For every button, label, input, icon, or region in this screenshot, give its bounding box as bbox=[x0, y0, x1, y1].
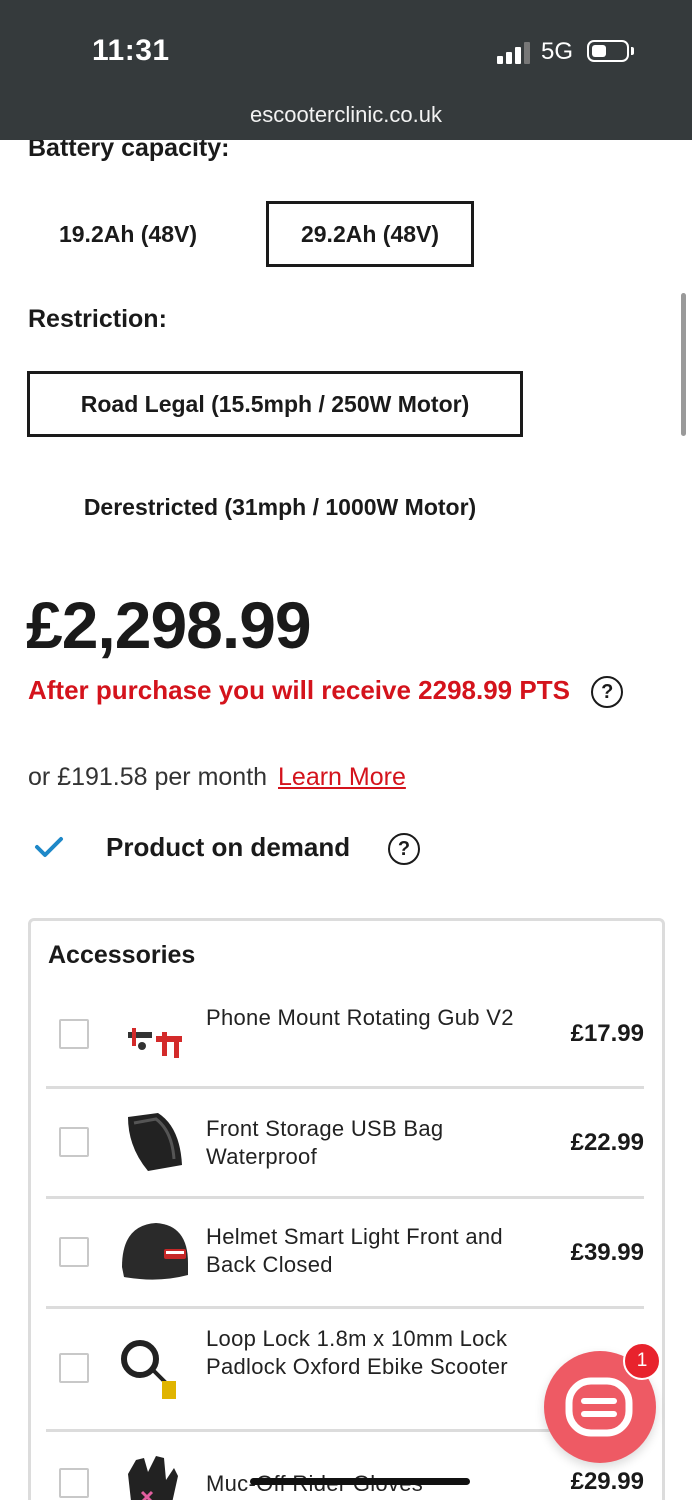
accessory-checkbox[interactable] bbox=[59, 1468, 89, 1498]
lock-icon bbox=[121, 1340, 176, 1399]
accessory-row: Phone Mount Rotating Gub V2 £17.99 bbox=[46, 988, 644, 1089]
accessory-checkbox[interactable] bbox=[59, 1237, 89, 1267]
home-indicator[interactable] bbox=[250, 1478, 470, 1485]
accessory-price: £29.99 bbox=[570, 1468, 644, 1495]
accessory-row: Front Storage USB Bag Waterproof £22.99 bbox=[46, 1089, 644, 1199]
finance-line: or £191.58 per month Learn More bbox=[28, 763, 406, 792]
accessory-name[interactable]: Phone Mount Rotating Gub V2 bbox=[206, 1004, 546, 1032]
accessory-name[interactable]: Loop Lock 1.8m x 10mm Lock Padlock Oxfor… bbox=[206, 1325, 546, 1381]
helmet-icon bbox=[122, 1223, 188, 1280]
battery-tip bbox=[631, 47, 634, 55]
option-battery-19-2ah[interactable]: 19.2Ah (48V) bbox=[28, 201, 228, 267]
accessory-checkbox[interactable] bbox=[59, 1019, 89, 1049]
availability-text: Product on demand bbox=[106, 832, 351, 862]
storage-bag-icon bbox=[128, 1113, 182, 1171]
accessory-row: Helmet Smart Light Front and Back Closed… bbox=[46, 1199, 644, 1309]
finance-text: or £191.58 per month bbox=[28, 763, 268, 791]
points-help-icon[interactable]: ? bbox=[591, 676, 624, 709]
battery-capacity-label: Battery capacity: bbox=[28, 140, 230, 162]
points-text: After purchase you will receive 2298.99 … bbox=[28, 675, 570, 705]
accessory-price: £39.99 bbox=[570, 1239, 644, 1266]
accessory-name[interactable]: Helmet Smart Light Front and Back Closed bbox=[206, 1223, 546, 1279]
accessory-name[interactable]: Front Storage USB Bag Waterproof bbox=[206, 1115, 546, 1171]
learn-more-link[interactable]: Learn More bbox=[278, 763, 406, 791]
status-time: 11:31 bbox=[92, 34, 170, 67]
option-road-legal[interactable]: Road Legal (15.5mph / 250W Motor) bbox=[27, 371, 523, 437]
accessory-price: £22.99 bbox=[570, 1129, 644, 1156]
scrollbar[interactable] bbox=[681, 293, 686, 436]
availability-help-icon[interactable]: ? bbox=[388, 833, 420, 865]
phone-mount-icon bbox=[128, 1028, 182, 1058]
product-price: £2,298.99 bbox=[26, 588, 312, 662]
checkmark-icon bbox=[35, 837, 63, 857]
network-type: 5G bbox=[541, 38, 574, 65]
browser-status-bar: 11:31 5G escooterclinic.co.uk bbox=[0, 0, 692, 140]
option-derestricted[interactable]: Derestricted (31mph / 1000W Motor) bbox=[27, 474, 533, 540]
signal-icon bbox=[497, 42, 531, 64]
accessory-checkbox[interactable] bbox=[59, 1353, 89, 1383]
restriction-label: Restriction: bbox=[28, 305, 167, 333]
gloves-icon bbox=[128, 1456, 178, 1500]
accessory-price: £17.99 bbox=[570, 1020, 644, 1047]
accessory-checkbox[interactable] bbox=[59, 1127, 89, 1157]
battery-icon bbox=[587, 40, 629, 62]
address-bar-url[interactable]: escooterclinic.co.uk bbox=[0, 102, 692, 128]
chat-badge: 1 bbox=[623, 1342, 661, 1380]
points-message: After purchase you will receive 2298.99 … bbox=[28, 672, 648, 709]
option-battery-29-2ah[interactable]: 29.2Ah (48V) bbox=[266, 201, 474, 267]
accessories-title: Accessories bbox=[48, 941, 196, 969]
